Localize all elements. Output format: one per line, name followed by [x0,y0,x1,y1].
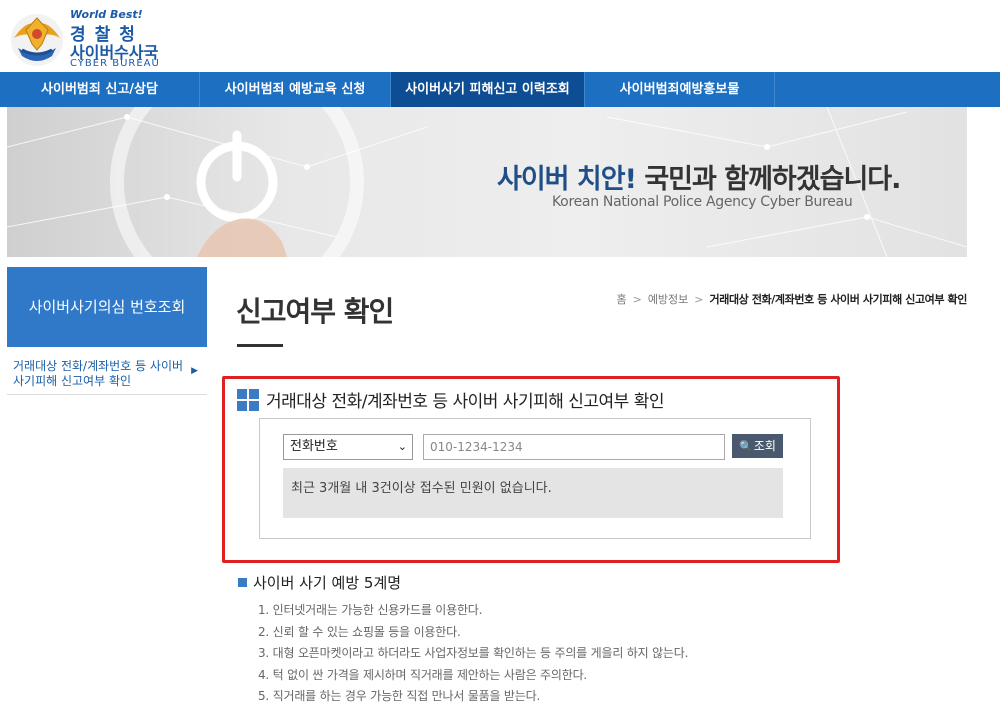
nav-item-report-consult[interactable]: 사이버범죄 신고/상담 [0,72,200,107]
sidebar-item-label: 거래대상 전화/계좌번호 등 사이버 사기피해 신고여부 확인 [13,359,184,388]
lookup-section-title: 거래대상 전화/계좌번호 등 사이버 사기피해 신고여부 확인 [266,392,665,412]
nav-item-fraud-history[interactable]: 사이버사기 피해신고 이력조회 [391,72,585,107]
grid-icon [237,389,259,411]
banner-title-highlight: 사이버 치안! [497,164,637,195]
chevron-right-icon: > [694,292,704,306]
breadcrumb-current: 거래대상 전화/계좌번호 등 사이버 사기피해 신고여부 확인 [709,293,968,306]
list-item: 2. 신뢰 할 수 있는 쇼핑몰 등을 이용한다. [258,624,461,639]
lookup-number-input[interactable]: 010-1234-1234 [423,434,725,460]
header: World Best! 경찰청 사이버수사국 CYBER BUREAU [0,0,1000,72]
chevron-down-icon: ⌄ [397,440,407,453]
title-underline [237,344,283,347]
lookup-type-select[interactable]: 전화번호 ⌄ [283,434,413,460]
list-item: 4. 턱 없이 싼 가격을 제시하며 직거래를 제안하는 사람은 주의한다. [258,667,588,682]
nav-item-promotion[interactable]: 사이버범죄예방홍보물 [585,72,775,107]
lookup-result: 최근 3개월 내 3건이상 접수된 민원이 없습니다. [283,468,783,518]
police-logo[interactable]: World Best! 경찰청 사이버수사국 CYBER BUREAU [8,6,178,69]
page-title: 신고여부 확인 [236,295,394,328]
logo-english-name: CYBER BUREAU [70,58,160,69]
main-nav: 사이버범죄 신고/상담 사이버범죄 예방교육 신청 사이버사기 피해신고 이력조… [0,72,1000,107]
search-button-label: 조회 [753,439,776,453]
list-item: 3. 대형 오픈마켓이라고 하더라도 사업자정보를 확인하는 등 주의를 게을리… [258,646,689,660]
list-item: 1. 인터넷거래는 가능한 신용카드를 이용한다. [258,603,483,617]
search-button[interactable]: 🔍조회 [732,434,783,458]
tips-title: 사이버 사기 예방 5계명 [238,572,401,593]
triangle-right-icon: ▶ [191,366,198,376]
sidebar-title: 사이버사기의심 번호조회 [7,267,207,347]
breadcrumb-home[interactable]: 홈 [616,291,626,307]
search-icon: 🔍 [739,440,753,453]
breadcrumb-prevention[interactable]: 예방정보 [648,291,688,307]
banner-title: 사이버 치안! 국민과 함께하겠습니다. [497,157,901,196]
banner-subtitle: Korean National Police Agency Cyber Bure… [552,194,853,210]
sidebar-item-fraud-check[interactable]: 거래대상 전화/계좌번호 등 사이버 사기피해 신고여부 확인 ▶ [7,355,207,395]
tips-list: 1. 인터넷거래는 가능한 신용카드를 이용한다. 2. 신뢰 할 수 있는 쇼… [258,600,688,702]
banner-title-rest: 국민과 함께하겠습니다. [635,164,901,195]
nav-item-education[interactable]: 사이버범죄 예방교육 신청 [200,72,391,107]
list-item: 5. 직거래를 하는 경우 가능한 직접 만나서 물품을 받는다. [258,689,541,702]
square-bullet-icon [238,578,247,587]
tips-title-text: 사이버 사기 예방 5계명 [253,574,402,592]
chevron-right-icon: > [632,292,642,306]
select-value: 전화번호 [290,439,338,454]
police-emblem-icon [11,14,63,66]
hero-banner: 사이버 치안! 국민과 함께하겠습니다. Korean National Pol… [7,107,967,257]
breadcrumb: 홈 > 예방정보 > 거래대상 전화/계좌번호 등 사이버 사기피해 신고여부 … [616,291,967,307]
